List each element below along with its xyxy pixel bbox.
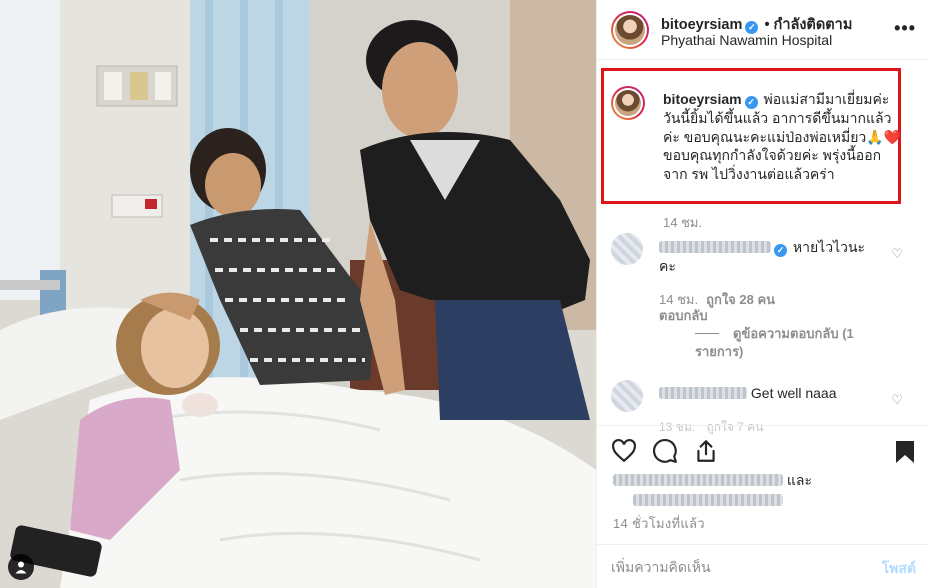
view-replies-button[interactable]: ดูข้อความตอบกลับ (1 รายการ) (695, 325, 905, 361)
comment-icon[interactable] (652, 438, 678, 464)
likes-summary: และ (613, 470, 913, 510)
verified-badge-icon: ✓ (774, 244, 787, 257)
comment-text: Get well naaa (659, 384, 879, 402)
person-icon (15, 561, 27, 574)
comment-likes[interactable]: ถูกใจ 28 คน (706, 292, 775, 307)
add-comment-bar: โพสต์ (597, 544, 929, 588)
verified-badge-icon: ✓ (744, 96, 758, 109)
post-actions-bar (597, 425, 929, 475)
location-link[interactable]: Phyathai Nawamin Hospital (661, 32, 832, 48)
header-username[interactable]: bitoeyrsiam (661, 17, 742, 33)
post-timestamp: 14 ชั่วโมงที่แล้ว (613, 516, 705, 531)
share-icon[interactable] (693, 438, 719, 464)
blurred-username[interactable] (659, 387, 747, 399)
comment-like-heart-icon[interactable]: ♡ (891, 246, 903, 262)
comment-like-heart-icon[interactable]: ♡ (891, 392, 903, 408)
comment-text: ✓ หายไวไวนะคะ (659, 238, 879, 275)
post-header: bitoeyrsiam ✓ • กำลังติดตาม Phyathai Nawa… (597, 0, 929, 60)
caption-avatar[interactable] (611, 86, 645, 120)
caption-time: 14 ชม. (663, 215, 703, 230)
more-options-icon[interactable]: ••• (894, 18, 916, 39)
heart-icon[interactable] (611, 438, 637, 464)
avatar[interactable] (611, 11, 649, 49)
comment-body: Get well naaa (750, 385, 837, 401)
hospital-room-photo (0, 0, 596, 588)
view-replies-label: ดูข้อความตอบกลับ (1 รายการ) (695, 326, 854, 359)
caption-username[interactable]: bitoeyrsiam (663, 91, 742, 107)
bookmark-icon[interactable] (894, 440, 916, 464)
reply-button[interactable]: ตอบกลับ (659, 305, 708, 326)
blurred-username[interactable] (659, 241, 771, 253)
likes-and-label: และ (786, 472, 813, 488)
post-photo[interactable] (0, 0, 596, 588)
follow-status-button[interactable]: • กำลังติดตาม (764, 17, 852, 33)
tagged-user-icon[interactable] (8, 554, 34, 580)
blurred-likes-count[interactable] (633, 494, 783, 506)
comment-input[interactable] (611, 557, 851, 577)
comment-avatar[interactable] (611, 233, 643, 265)
comment-avatar[interactable] (611, 380, 643, 412)
post-comment-button[interactable]: โพสต์ (882, 558, 916, 580)
caption-text: bitoeyrsiam ✓ พ่อแม่สามีมาเยี่ยมค่ะ วันนี… (663, 90, 903, 183)
blurred-liker[interactable] (613, 474, 783, 486)
post-details-panel: bitoeyrsiam ✓ • กำลังติดตาม Phyathai Nawa… (596, 0, 929, 588)
divider (695, 333, 719, 334)
